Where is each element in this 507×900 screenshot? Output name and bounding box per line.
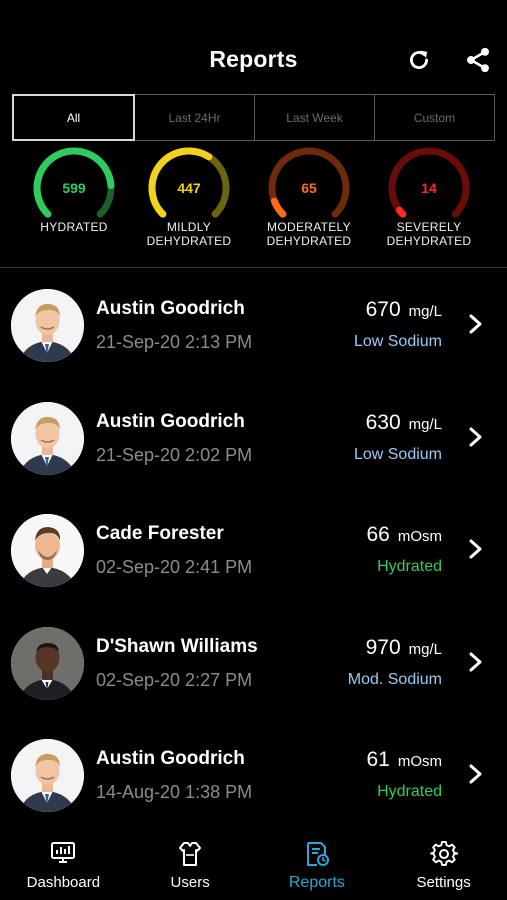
- gauge-value: 14: [421, 180, 437, 196]
- report-datetime: 02-Sep-20 2:41 PM: [96, 557, 253, 577]
- report-datetime: 14-Aug-20 1:38 PM: [96, 782, 253, 802]
- measurement: 970 mg/L: [366, 636, 442, 660]
- tab-all[interactable]: All: [12, 94, 135, 141]
- report-datetime: 02-Sep-20 2:27 PM: [96, 669, 253, 690]
- avatar: [11, 401, 84, 475]
- nav-label: Users: [170, 874, 210, 891]
- report-row[interactable]: Austin Goodrich 21-Sep-20 2:02 PM 630 mg/…: [0, 381, 507, 494]
- chevron-right-icon[interactable]: [465, 425, 485, 449]
- tab-last-week[interactable]: Last Week: [255, 95, 375, 140]
- avatar: [11, 739, 84, 812]
- measurement: 630 mg/L: [366, 411, 442, 435]
- tab-custom[interactable]: Custom: [375, 95, 494, 140]
- status-text: Hydrated: [377, 558, 442, 575]
- report-row[interactable]: Austin Goodrich 21-Sep-20 2:13 PM 670 mg/…: [0, 268, 507, 381]
- measurement-unit: mOsm: [397, 753, 442, 770]
- nav-reports[interactable]: Reports: [254, 830, 381, 900]
- report-datetime: 21-Sep-20 2:13 PM: [96, 332, 253, 352]
- gauge-moderately-dehydrated[interactable]: 65 MODERATELY DEHYDRATED: [249, 146, 369, 248]
- user-name: Austin Goodrich: [96, 298, 245, 319]
- chevron-right-icon[interactable]: [465, 762, 485, 786]
- measurement: 61 mOsm: [366, 748, 442, 772]
- hydration-summary: 599 HYDRATED 447 MILDLY DEHYDRATED 65 MOD…: [0, 146, 507, 262]
- status-text: Low Sodium: [353, 333, 442, 350]
- report-row[interactable]: Cade Forester 02-Sep-20 2:41 PM 66 mOsm H…: [0, 493, 507, 606]
- nav-dashboard[interactable]: Dashboard: [0, 830, 127, 900]
- header: Reports: [0, 0, 507, 92]
- measurement: 670 mg/L: [366, 298, 442, 322]
- user-name: Austin Goodrich: [96, 748, 245, 769]
- gauge-value: 65: [301, 180, 317, 196]
- date-filter-tabs: All Last 24Hr Last Week Custom: [12, 94, 495, 141]
- avatar: [11, 514, 84, 587]
- tab-last-24hr[interactable]: Last 24Hr: [135, 95, 255, 140]
- gauge-label: HYDRATED: [40, 220, 108, 234]
- user-name: Cade Forester: [96, 523, 224, 544]
- report-icon: [306, 842, 329, 866]
- avatar: [11, 289, 84, 362]
- refresh-icon[interactable]: [403, 44, 435, 76]
- report-list: Austin Goodrich 21-Sep-20 2:13 PM 670 mg/…: [0, 268, 507, 831]
- gear-icon: [429, 840, 458, 866]
- user-name: Austin Goodrich: [96, 410, 245, 432]
- measurement-value: 61: [366, 748, 390, 771]
- measurement-value: 66: [366, 523, 390, 546]
- nav-settings[interactable]: Settings: [380, 830, 507, 900]
- chevron-right-icon[interactable]: [465, 537, 485, 561]
- status-text: Hydrated: [377, 783, 442, 800]
- nav-label: Dashboard: [26, 874, 101, 891]
- user-name: D'Shawn Williams: [96, 635, 258, 657]
- measurement-unit: mg/L: [408, 640, 442, 658]
- gauge-label: MILDLY DEHYDRATED: [146, 220, 232, 248]
- gauge-severely-dehydrated[interactable]: 14 SEVERELY DEHYDRATED: [369, 146, 489, 248]
- measurement-unit: mOsm: [397, 528, 442, 545]
- measurement-value: 970: [365, 635, 401, 659]
- chevron-right-icon[interactable]: [465, 650, 485, 674]
- nav-users[interactable]: Users: [127, 830, 254, 900]
- measurement-unit: mg/L: [408, 303, 442, 320]
- avatar: [11, 626, 84, 700]
- share-icon[interactable]: [462, 44, 494, 76]
- gauge-value: 599: [62, 180, 86, 196]
- nav-label: Settings: [416, 874, 471, 891]
- measurement: 66 mOsm: [366, 523, 442, 547]
- shirt-icon: [179, 842, 202, 866]
- report-row[interactable]: Austin Goodrich 14-Aug-20 1:38 PM 61 mOsm…: [0, 718, 507, 831]
- chevron-right-icon[interactable]: [465, 312, 485, 336]
- report-datetime: 21-Sep-20 2:02 PM: [96, 444, 253, 465]
- measurement-value: 630: [365, 410, 401, 434]
- status-text: Low Sodium: [353, 445, 442, 463]
- gauge-label: MODERATELY DEHYDRATED: [266, 220, 352, 248]
- monitor-icon: [51, 842, 76, 863]
- status-text: Mod. Sodium: [347, 670, 442, 688]
- report-row[interactable]: D'Shawn Williams 02-Sep-20 2:27 PM 970 mg…: [0, 606, 507, 719]
- gauge-hydrated[interactable]: 599 HYDRATED: [14, 146, 134, 234]
- gauge-label: SEVERELY DEHYDRATED: [386, 220, 472, 248]
- nav-label: Reports: [288, 874, 345, 891]
- bottom-nav: Dashboard Users Reports Settings: [0, 830, 507, 900]
- gauge-mildly-dehydrated[interactable]: 447 MILDLY DEHYDRATED: [129, 146, 249, 248]
- measurement-unit: mg/L: [408, 415, 442, 433]
- gauge-value: 447: [177, 180, 201, 196]
- measurement-value: 670: [365, 298, 401, 321]
